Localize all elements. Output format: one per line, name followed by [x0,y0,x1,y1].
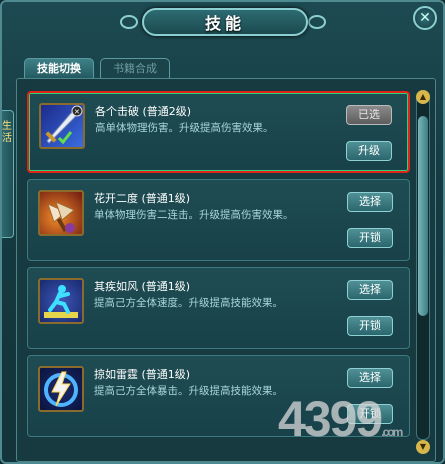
scrollbar-thumb[interactable] [418,116,428,316]
window-title: 技能 [204,14,245,33]
close-button[interactable]: ✕ [413,6,437,30]
watermark-suffix: .com [381,425,403,439]
skill-description: 单体物理伤害二连击。升级提高伤害效果。 [94,209,294,221]
tab-bar: 技能切换 书籍合成 [24,58,170,78]
close-icon: ✕ [419,10,431,26]
watermark-text: 4399 [278,391,383,447]
skill-description: 提高己方全体速度。升级提高技能效果。 [94,297,283,309]
select-button[interactable]: 选择 [347,192,393,212]
title-right-ornament-icon [308,15,326,29]
svg-text:✕: ✕ [74,108,80,116]
tab-book-synthesis[interactable]: 书籍合成 [100,58,170,78]
skill-name: 掠如雷霆 (普通1级) [94,368,191,381]
select-button[interactable]: 选择 [347,368,393,388]
side-tab-label: 生活 [2,121,12,144]
running-man-icon [38,278,84,324]
skill-row[interactable]: 花开二度 (普通1级) 单体物理伤害二连击。升级提高伤害效果。 选择 开锁 [27,179,410,261]
skills-window: 技能 ✕ 生活 技能切换 书籍合成 ✕ 各个击破 (普通2级) 高单体物理伤害。… [0,0,445,464]
lightning-icon [38,366,84,412]
selected-button[interactable]: 已选 [346,105,392,125]
tab-skill-switch[interactable]: 技能切换 [24,58,94,78]
select-button[interactable]: 选择 [347,280,393,300]
skill-name: 花开二度 (普通1级) [94,192,191,205]
double-axe-icon [38,190,84,236]
window-title-plate: 技能 [142,8,308,36]
skill-description: 高单体物理伤害。升级提高伤害效果。 [95,122,274,134]
skill-name: 其疾如风 (普通1级) [94,280,191,293]
unlock-button[interactable]: 开锁 [347,228,393,248]
watermark-logo: 4399.com [278,390,403,448]
side-tab[interactable]: 生活 [2,110,14,238]
skill-row[interactable]: 其疾如风 (普通1级) 提高己方全体速度。升级提高技能效果。 选择 开锁 [27,267,410,349]
scroll-up-icon[interactable]: ▲ [416,90,430,104]
title-left-ornament-icon [120,15,138,29]
upgrade-button[interactable]: 升级 [346,141,392,161]
sword-icon: ✕ [39,103,85,149]
scroll-down-icon[interactable]: ▼ [416,440,430,454]
unlock-button[interactable]: 开锁 [347,316,393,336]
skill-row[interactable]: ✕ 各个击破 (普通2级) 高单体物理伤害。升级提高伤害效果。 已选 升级 [27,91,410,173]
skill-name: 各个击破 (普通2级) [95,105,192,118]
